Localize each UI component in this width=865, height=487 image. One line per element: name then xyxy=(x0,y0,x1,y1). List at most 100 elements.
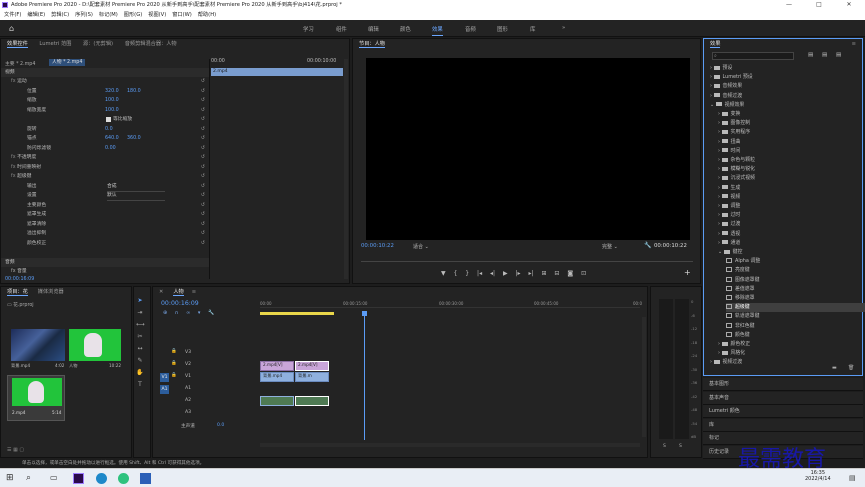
side-panel-tab[interactable]: Lumetri 颜色 xyxy=(703,405,863,418)
effects-tree-item[interactable]: › 实用程序 xyxy=(718,128,750,137)
workspace-libraries[interactable]: 库 xyxy=(530,25,535,33)
workspace-audio[interactable]: 音频 xyxy=(465,25,476,33)
timeline-settings-icon[interactable]: 🔧 xyxy=(208,310,214,316)
workspace-effects[interactable]: 效果 xyxy=(432,25,443,36)
sequence-clip-selector[interactable]: 人物 * 2.mp4 xyxy=(49,59,86,66)
close-sequence-icon[interactable]: ✕ xyxy=(159,289,163,295)
lock-v2-icon[interactable]: 🔒 xyxy=(171,361,177,366)
wrench-icon[interactable]: 🔧 xyxy=(644,242,651,249)
reset-icon[interactable]: ↺ xyxy=(201,134,205,143)
sequence-menu-icon[interactable]: ≡ xyxy=(192,289,196,295)
effects-tree-item[interactable]: › 扭曲 xyxy=(718,138,740,147)
work-area-bar[interactable] xyxy=(260,312,334,315)
ec-row[interactable]: 缩放 100.0 ↺ xyxy=(1,96,209,105)
ec-dropdown[interactable]: 合成 xyxy=(107,182,165,192)
menu-sequence[interactable]: 序列(S) xyxy=(75,10,93,20)
workspace-color[interactable]: 颜色 xyxy=(400,25,411,33)
add-button-icon[interactable]: + xyxy=(684,268,691,277)
lock-v1-icon[interactable]: 🔒 xyxy=(171,373,177,378)
ec-value-1[interactable]: 640.0 xyxy=(105,134,119,143)
effects-tree-item[interactable]: › Lumetri 预设 xyxy=(710,73,753,82)
selection-tool-icon[interactable]: ➤ xyxy=(136,297,144,305)
effects-tree-item[interactable]: › 透视 xyxy=(718,230,740,239)
reset-icon[interactable]: ↺ xyxy=(201,229,205,238)
freeform-view-icon[interactable]: ▢ xyxy=(19,447,24,453)
clip-v2-b[interactable]: 2.mp4[V] xyxy=(295,361,329,371)
program-video-frame[interactable] xyxy=(366,58,690,240)
master-value[interactable]: 0.0 xyxy=(217,423,224,428)
playhead-handle[interactable] xyxy=(362,311,367,316)
effects-tree-item[interactable]: 超级键 xyxy=(726,303,865,313)
effects-tree-item[interactable]: › 变换 xyxy=(718,110,740,119)
effects-tree-item[interactable]: › 杂色与颗粒 xyxy=(718,156,755,165)
reset-icon[interactable]: ↺ xyxy=(201,239,205,248)
reset-icon[interactable]: ↺ xyxy=(201,87,205,96)
lock-v3-icon[interactable]: 🔒 xyxy=(171,349,177,354)
task-view-icon[interactable]: ▭ xyxy=(50,473,61,484)
button-editor-icon[interactable]: ⊡ xyxy=(581,270,586,277)
new-bin-icon[interactable]: ▬ xyxy=(832,365,837,371)
reset-icon[interactable]: ↺ xyxy=(201,125,205,134)
extract-icon[interactable]: ⊟ xyxy=(554,270,559,277)
effects-tree-item[interactable]: 移除遮罩 xyxy=(726,294,755,303)
effects-tree-item[interactable]: › 音频过渡 xyxy=(710,92,742,101)
solo-right-button[interactable]: S xyxy=(679,444,682,449)
taskbar-word-icon[interactable] xyxy=(140,473,151,484)
effects-tree-item[interactable]: 轨道遮罩键 xyxy=(726,312,759,321)
taskbar-search-icon[interactable]: ⌕ xyxy=(26,473,37,484)
maximize-icon[interactable]: □ xyxy=(808,0,830,10)
menu-edit[interactable]: 编辑(E) xyxy=(27,10,45,20)
tab-project[interactable]: 项目：花 xyxy=(7,289,28,296)
tab-sequence[interactable]: 人物 xyxy=(173,289,184,296)
effects-tree-item[interactable]: 颜色键 xyxy=(726,331,750,340)
reset-icon[interactable]: ↺ xyxy=(201,201,205,210)
effects-tree-item[interactable]: 差值遮罩 xyxy=(726,285,755,294)
timeline-vscroll[interactable] xyxy=(642,317,646,437)
ec-value-1[interactable]: 100.0 xyxy=(105,106,119,115)
ec-scrollbar[interactable] xyxy=(344,59,348,279)
add-marker-icon[interactable]: ▼ xyxy=(441,270,446,277)
ec-row[interactable]: fx 超级键 ↺ xyxy=(1,172,209,181)
go-to-in-icon[interactable]: |◂ xyxy=(477,270,482,277)
effects-tree-item[interactable]: › 视频过渡 xyxy=(710,358,742,367)
tab-program[interactable]: 节目：人物 xyxy=(359,41,385,48)
zoom-fit-select[interactable]: 适合 ⌄ xyxy=(413,243,429,250)
notification-icon[interactable]: ▤ xyxy=(849,474,856,482)
ec-row[interactable]: fx 不透明度 ↺ xyxy=(1,153,209,162)
side-panel-tab[interactable]: 基本图形 xyxy=(703,378,863,391)
taskbar-edge-icon[interactable] xyxy=(96,473,107,484)
effects-tree-item[interactable]: › 时间 xyxy=(718,147,740,156)
project-item-selected[interactable]: 2.mp4 5:14 xyxy=(7,375,65,421)
add-marker-tl-icon[interactable]: ▾ xyxy=(198,310,201,316)
ec-value-1[interactable]: 0.00 xyxy=(105,144,116,153)
side-panel-tab[interactable]: 库 xyxy=(703,418,863,432)
tab-media-browser[interactable]: 媒体浏览器 xyxy=(38,289,64,295)
menu-clip[interactable]: 剪辑(C) xyxy=(51,10,69,20)
tab-source[interactable]: 源：(无剪辑) xyxy=(83,41,113,47)
snap-icon[interactable]: ∩ xyxy=(175,310,179,316)
effects-tree-item[interactable]: 亮度键 xyxy=(726,266,750,275)
mark-out-icon[interactable]: } xyxy=(465,270,469,277)
ec-row[interactable]: 缩放宽度 100.0 ↺ xyxy=(1,106,209,115)
effects-tree-item[interactable]: ⌄ 视频效果 xyxy=(710,101,744,110)
workspace-assembly[interactable]: 组件 xyxy=(336,25,347,33)
razor-tool-icon[interactable]: ✂ xyxy=(136,333,144,341)
ec-row[interactable]: 位置 320.0 180.0 ↺ xyxy=(1,87,209,96)
timeline-timecode[interactable]: 00:00:16:09 xyxy=(161,300,199,307)
step-back-icon[interactable]: ◂| xyxy=(490,270,495,277)
ec-row[interactable]: 等比缩放 ↺ xyxy=(1,115,209,124)
icon-view-icon[interactable]: ▦ xyxy=(13,447,18,453)
effects-tree-item[interactable]: › 过渡 xyxy=(718,220,740,229)
clip-v2-a[interactable]: 2.mp4[V] xyxy=(260,361,294,371)
ec-row[interactable]: 旋转 0.0 ↺ xyxy=(1,125,209,134)
reset-icon[interactable]: ↺ xyxy=(201,106,205,115)
playhead-line[interactable] xyxy=(364,312,365,440)
ec-value-1[interactable]: 320.0 xyxy=(105,87,119,96)
tab-effect-controls[interactable]: 效果控件 xyxy=(7,41,28,48)
effects-tree-item[interactable]: 非红色键 xyxy=(726,322,755,331)
clip-v1-b[interactable]: 背景.m xyxy=(295,372,329,382)
clip-breadcrumb[interactable]: 主要 * 2.mp4 xyxy=(5,60,35,67)
windows-start-icon[interactable]: ⊞ xyxy=(6,473,17,484)
ec-row[interactable]: 遮罩清除 ↺ xyxy=(1,220,209,229)
program-timecode[interactable]: 00:00:10:22 xyxy=(361,243,394,249)
